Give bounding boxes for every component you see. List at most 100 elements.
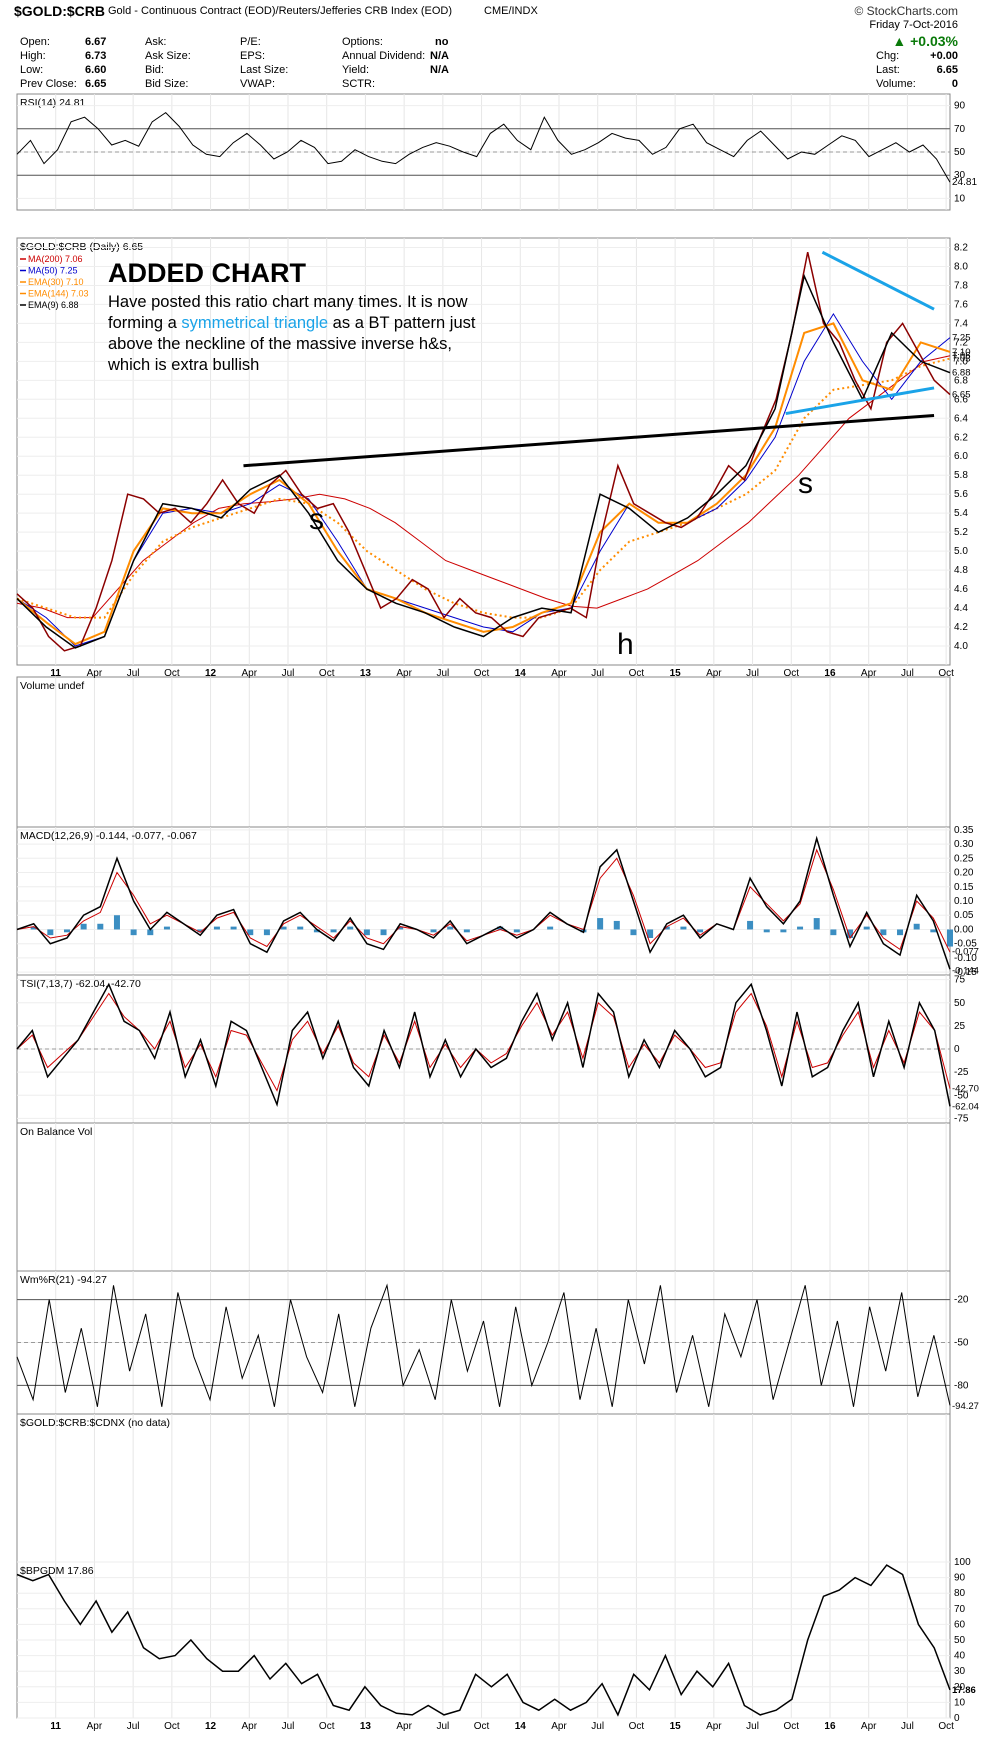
- macd-histogram-bar: [380, 929, 387, 936]
- y-tick-label: 0.00: [954, 924, 974, 935]
- x-tick-label: Jul: [282, 1721, 295, 1732]
- y-tick-label: 50: [954, 1635, 966, 1646]
- macd-histogram-bar: [97, 923, 104, 930]
- indicator-legend-label: MA(50) 7.25: [28, 266, 78, 276]
- macd-histogram-bar: [697, 929, 704, 933]
- x-tick-label: Oct: [629, 1721, 645, 1732]
- panel-legend-obv: On Balance Vol: [20, 1126, 92, 1138]
- x-tick-label: Jul: [591, 1721, 604, 1732]
- macd-histogram-bar: [230, 926, 237, 930]
- y-tick-label: 0.10: [954, 896, 974, 907]
- y-tick-label: 25: [954, 1021, 966, 1032]
- y-tick-label: 0.20: [954, 868, 974, 879]
- macd-histogram-bar: [930, 929, 937, 933]
- indicator-legend-label: EMA(144) 7.03: [28, 289, 89, 299]
- macd-histogram-bar: [163, 926, 170, 930]
- macd-histogram-bar: [613, 920, 620, 930]
- panel-legend-rsi: RSI(14) 24.81: [20, 97, 86, 109]
- macd-histogram-bar: [130, 929, 137, 936]
- panel-frame-cdnx: [16, 1413, 951, 1563]
- macd-histogram-bar: [463, 929, 470, 933]
- x-tick-label: Apr: [396, 668, 412, 679]
- macd-histogram-bar: [747, 920, 754, 930]
- y-tick-label: 5.0: [954, 546, 968, 557]
- x-tick-label: Apr: [242, 1721, 258, 1732]
- y-tick-label: -20: [954, 1295, 969, 1306]
- tsi-right-label: -62.04: [952, 1101, 979, 1112]
- head-label: h: [617, 628, 634, 661]
- macd-histogram-bar: [297, 926, 304, 930]
- willr-right-label: -94.27: [952, 1401, 979, 1412]
- right-shoulder-label: s: [798, 467, 813, 500]
- x-tick-label: Apr: [706, 668, 722, 679]
- y-tick-label: 7.6: [954, 299, 968, 310]
- annotation-title: ADDED CHART: [108, 258, 306, 288]
- x-tick-label: Apr: [396, 1721, 412, 1732]
- y-tick-label: 10: [954, 1697, 966, 1708]
- x-tick-label: 14: [515, 668, 527, 679]
- x-tick-label: Jul: [901, 1721, 914, 1732]
- bpgdm-right-label: 17.86: [952, 1685, 976, 1696]
- x-tick-label: Jul: [591, 668, 604, 679]
- price-right-label: 6.88: [952, 368, 971, 379]
- y-tick-label: 7.8: [954, 280, 968, 291]
- y-tick-label: -25: [954, 1067, 969, 1078]
- y-tick-label: 0.15: [954, 882, 974, 893]
- panel-frame-volume: [16, 676, 951, 828]
- macd-histogram-bar: [47, 929, 54, 936]
- y-tick-label: 70: [954, 1604, 966, 1615]
- y-tick-label: 0: [954, 1713, 960, 1724]
- x-tick-label: Oct: [164, 668, 180, 679]
- x-tick-label: Oct: [938, 668, 954, 679]
- macd-histogram-bar: [797, 926, 804, 930]
- y-tick-label: 6.2: [954, 432, 968, 443]
- y-tick-label: 5.6: [954, 489, 968, 500]
- y-tick-label: 0.05: [954, 910, 974, 921]
- macd-histogram-bar: [63, 929, 70, 933]
- indicator-legend-label: EMA(30) 7.10: [28, 277, 84, 287]
- x-tick-label: Oct: [783, 1721, 799, 1732]
- macd-histogram-bar: [630, 929, 637, 936]
- y-tick-label: -50: [954, 1338, 969, 1349]
- y-tick-label: 4.6: [954, 584, 968, 595]
- x-tick-label: 11: [50, 1721, 61, 1732]
- y-tick-label: 4.2: [954, 622, 968, 633]
- x-tick-label: Oct: [319, 668, 335, 679]
- y-tick-label: 40: [954, 1651, 966, 1662]
- y-tick-label: 70: [954, 124, 966, 135]
- macd-histogram-bar: [213, 926, 220, 930]
- x-tick-label: Oct: [474, 668, 490, 679]
- macd-histogram-bar: [863, 926, 870, 930]
- x-tick-label: 15: [670, 668, 682, 679]
- macd-histogram-bar: [680, 926, 687, 930]
- price-right-label: 6.65: [952, 390, 971, 401]
- x-tick-label: Jul: [282, 668, 295, 679]
- x-tick-label: Oct: [783, 668, 799, 679]
- willr-line: [16, 1283, 951, 1407]
- macd-histogram-bar: [897, 929, 904, 936]
- left-shoulder-label: s: [309, 503, 324, 536]
- triangle-upper-line: [821, 250, 935, 311]
- annotation-body: Have posted this ratio chart many times.…: [108, 292, 498, 376]
- macd-histogram-bar: [780, 929, 787, 933]
- x-tick-label: 11: [50, 668, 61, 679]
- y-tick-label: 10: [954, 193, 966, 204]
- y-tick-label: 100: [954, 1557, 971, 1568]
- y-tick-label: 4.8: [954, 565, 968, 576]
- x-tick-label: Oct: [629, 668, 645, 679]
- macd-histogram-bar: [347, 926, 354, 930]
- y-tick-label: 8.2: [954, 242, 968, 253]
- x-tick-label: Jul: [436, 668, 449, 679]
- panel-legend-volume: Volume undef: [20, 680, 84, 692]
- y-tick-label: 4.4: [954, 603, 968, 614]
- y-tick-label: 0.30: [954, 839, 974, 850]
- y-tick-label: 30: [954, 1666, 966, 1677]
- panel-frame-obv: [16, 1122, 951, 1272]
- x-tick-label: Jul: [901, 668, 914, 679]
- y-tick-label: 90: [954, 1573, 966, 1584]
- x-tick-label: Oct: [319, 1721, 335, 1732]
- macd-histogram-bar: [363, 929, 370, 936]
- macd-histogram-bar: [763, 929, 770, 933]
- x-tick-label: Oct: [474, 1721, 490, 1732]
- panel-legend-bpgdm: $BPGDM 17.86: [20, 1565, 94, 1577]
